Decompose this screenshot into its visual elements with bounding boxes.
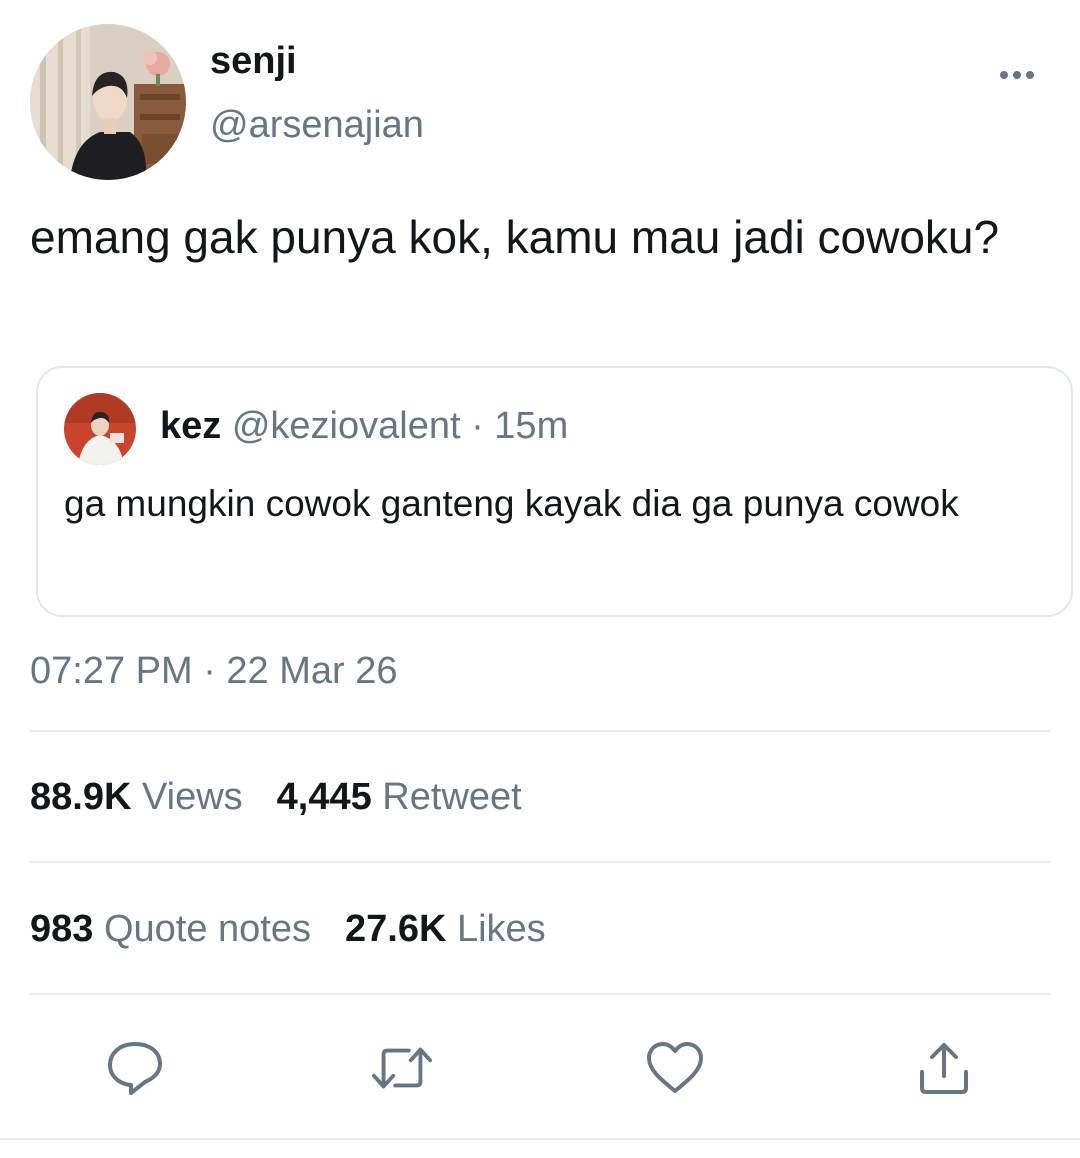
- author-avatar-image: [30, 24, 186, 180]
- likes-count: 27.6K: [345, 908, 447, 950]
- author-handle[interactable]: @arsenajian: [210, 104, 424, 147]
- reply-icon: [108, 1042, 162, 1095]
- tweet-timestamp[interactable]: 07:27 PM · 22 Mar 26: [30, 650, 398, 693]
- quote-notes-stat[interactable]: 983 Quote notes: [30, 908, 311, 951]
- quote-label: Quote notes: [93, 908, 311, 950]
- author-display-name[interactable]: senji: [210, 40, 297, 83]
- more-options-button[interactable]: [992, 58, 1042, 92]
- reply-button[interactable]: [103, 1036, 167, 1100]
- bottom-divider: [0, 1138, 1080, 1140]
- stats-row-views-retweets: 88.9K Views 4,445 Retweet: [30, 776, 556, 819]
- views-stat[interactable]: 88.9K Views: [30, 776, 243, 819]
- divider: [30, 861, 1050, 863]
- like-button[interactable]: [643, 1036, 707, 1100]
- quoted-avatar-image: [64, 393, 136, 465]
- divider: [30, 730, 1050, 732]
- share-icon: [920, 1043, 968, 1094]
- retweets-stat[interactable]: 4,445 Retweet: [277, 776, 522, 819]
- quote-count: 983: [30, 908, 94, 950]
- quoted-tweet-text: ga mungkin cowok ganteng kayak dia ga pu…: [64, 483, 959, 524]
- more-dots-icon: [1000, 71, 1034, 79]
- quoted-author-avatar[interactable]: [64, 393, 136, 465]
- quoted-tweet-time: · 15m: [460, 405, 569, 447]
- retweet-button[interactable]: [370, 1036, 434, 1100]
- quoted-author-name[interactable]: kez: [160, 405, 221, 447]
- quoted-tweet-card[interactable]: kez @keziovalent · 15m ga mungkin cowok …: [36, 366, 1073, 617]
- quoted-author-handle[interactable]: @keziovalent: [232, 405, 461, 447]
- stats-row-quotes-likes: 983 Quote notes 27.6K Likes: [30, 908, 580, 951]
- tweet-text: emang gak punya kok, kamu mau jadi cowok…: [30, 211, 1000, 263]
- author-avatar[interactable]: [30, 24, 186, 180]
- retweet-icon: [371, 1047, 433, 1089]
- quoted-tweet-header: kez @keziovalent · 15m: [160, 405, 568, 448]
- views-label: Views: [131, 776, 243, 818]
- likes-label: Likes: [446, 908, 546, 950]
- likes-stat[interactable]: 27.6K Likes: [345, 908, 546, 951]
- heart-icon: [647, 1042, 703, 1093]
- retweet-count: 4,445: [276, 776, 372, 818]
- retweet-label: Retweet: [371, 776, 522, 818]
- views-count: 88.9K: [30, 776, 132, 818]
- share-button[interactable]: [912, 1036, 976, 1100]
- divider: [30, 993, 1050, 995]
